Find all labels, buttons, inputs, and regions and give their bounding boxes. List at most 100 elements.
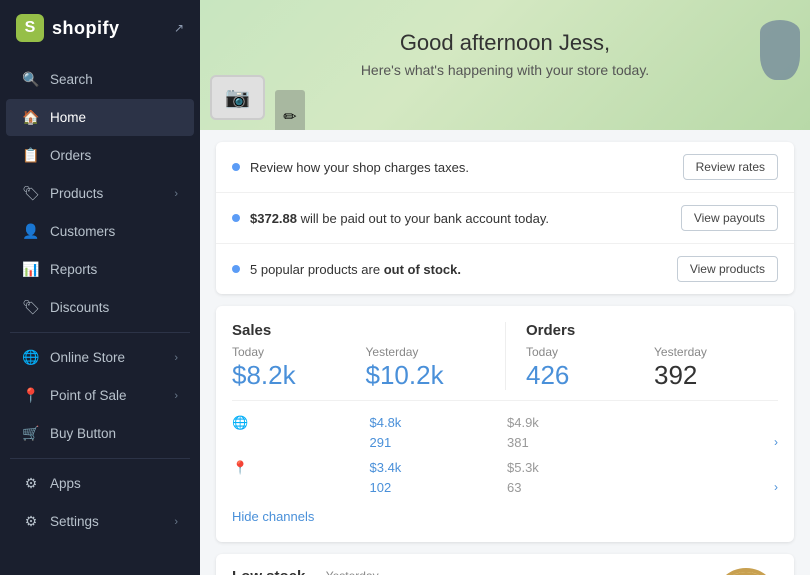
- channel1-orders-today: 291: [370, 435, 504, 450]
- channel-row-1-orders[interactable]: 291 381 ›: [232, 431, 778, 454]
- view-payouts-button[interactable]: View payouts: [681, 205, 778, 231]
- pos-icon: 📍: [22, 387, 40, 404]
- external-link-icon[interactable]: ↗: [174, 21, 184, 35]
- sidebar-item-products[interactable]: 🏷 Products ›: [6, 175, 194, 212]
- separator: ·: [313, 569, 317, 575]
- low-stock-period: Yesterday: [326, 569, 379, 575]
- hero-subtitle: Here's what's happening with your store …: [220, 62, 790, 78]
- channel-row-2-orders[interactable]: 102 63 ›: [232, 476, 778, 499]
- clock-svg: 12 3 6 9: [718, 568, 774, 575]
- vase-decoration: [760, 20, 800, 80]
- sales-today-col: Today $8.2k: [232, 345, 362, 390]
- notification-text: Review how your shop charges taxes.: [250, 160, 673, 175]
- nav-separator: [10, 332, 190, 333]
- shopify-logo-icon: S: [16, 14, 44, 42]
- sidebar-item-label: Customers: [50, 224, 115, 239]
- sidebar-item-label: Reports: [50, 262, 97, 277]
- low-stock-title: Low stock: [232, 568, 305, 575]
- review-rates-button[interactable]: Review rates: [683, 154, 778, 180]
- notification-dot: [232, 163, 240, 171]
- sidebar-item-label: Point of Sale: [50, 388, 127, 403]
- sidebar: S shopify ↗ 🔍 Search 🏠 Home 📋 Orders 🏷 P…: [0, 0, 200, 575]
- notification-dot: [232, 265, 240, 273]
- today-label: Today: [232, 345, 362, 359]
- sidebar-item-apps[interactable]: ⚙ Apps: [6, 465, 194, 502]
- yesterday-label: Yesterday: [654, 345, 778, 359]
- channel2-orders-yesterday: 63: [507, 480, 641, 495]
- reports-icon: 📊: [22, 261, 40, 278]
- orders-icon: 📋: [22, 147, 40, 164]
- hero-decor-right: [760, 20, 800, 80]
- sidebar-item-label: Apps: [50, 476, 81, 491]
- buy-button-icon: 🛒: [22, 425, 40, 442]
- view-products-button[interactable]: View products: [677, 256, 778, 282]
- channel1-chevron[interactable]: ›: [645, 435, 779, 449]
- chevron-right-icon: ›: [174, 516, 178, 528]
- sidebar-item-customers[interactable]: 👤 Customers: [6, 213, 194, 250]
- content-area: Review how your shop charges taxes. Revi…: [200, 130, 810, 575]
- clock-image: 12 3 6 9: [714, 568, 778, 575]
- pencil-cup-decoration: ✏: [275, 90, 305, 130]
- sidebar-item-label: Buy Button: [50, 426, 116, 441]
- yesterday-label: Yesterday: [366, 345, 496, 359]
- shopify-brand-name: shopify: [52, 18, 120, 39]
- sidebar-item-discounts[interactable]: 🏷 Discounts: [6, 289, 194, 326]
- orders-title: Orders: [526, 322, 778, 339]
- camera-decoration: 📷: [210, 75, 265, 120]
- sidebar-item-label: Home: [50, 110, 86, 125]
- sales-yesterday-value: $10.2k: [366, 361, 496, 390]
- hero-greeting: Good afternoon Jess,: [220, 30, 790, 56]
- sales-yesterday-col: Yesterday $10.2k: [366, 345, 496, 390]
- channel1-sales-yesterday: $4.9k: [507, 415, 641, 430]
- orders-cols: Today 426 Yesterday 392: [526, 345, 778, 390]
- hero-decor-left: 📷 ✏: [210, 75, 305, 130]
- sidebar-item-buy-button[interactable]: 🛒 Buy Button: [6, 415, 194, 452]
- sidebar-item-home[interactable]: 🏠 Home: [6, 99, 194, 136]
- today-label: Today: [526, 345, 650, 359]
- settings-icon: ⚙: [22, 513, 40, 530]
- customers-icon: 👤: [22, 223, 40, 240]
- hide-channels-link[interactable]: Hide channels: [232, 509, 314, 524]
- sidebar-item-reports[interactable]: 📊 Reports: [6, 251, 194, 288]
- nav-separator-2: [10, 458, 190, 459]
- apps-icon: ⚙: [22, 475, 40, 492]
- channel2-chevron[interactable]: ›: [645, 480, 779, 494]
- sidebar-item-online-store[interactable]: 🌐 Online Store ›: [6, 339, 194, 376]
- notification-taxes: Review how your shop charges taxes. Revi…: [216, 142, 794, 193]
- orders-section: Orders Today 426 Yesterday 392: [505, 322, 778, 390]
- chevron-right-icon: ›: [174, 352, 178, 364]
- sidebar-item-settings[interactable]: ⚙ Settings ›: [6, 503, 194, 540]
- low-stock-header: Low stock · Yesterday: [232, 568, 714, 575]
- sidebar-item-label: Settings: [50, 514, 99, 529]
- sidebar-item-label: Orders: [50, 148, 91, 163]
- notification-stock: 5 popular products are out of stock. Vie…: [216, 244, 794, 294]
- orders-today-col: Today 426: [526, 345, 650, 390]
- online-store-channel-icon: 🌐: [232, 415, 366, 431]
- sales-section: Sales Today $8.2k Yesterday $10.2k: [232, 322, 505, 390]
- chevron-right-icon: ›: [174, 390, 178, 402]
- notification-text: 5 popular products are out of stock.: [250, 262, 667, 277]
- sidebar-item-label: Discounts: [50, 300, 109, 315]
- channel2-orders-today: 102: [370, 480, 504, 495]
- low-stock-content: Low stock · Yesterday 19 people viewed t…: [232, 568, 714, 575]
- orders-yesterday-value: 392: [654, 361, 778, 390]
- sidebar-logo[interactable]: S shopify ↗: [0, 0, 200, 56]
- channel2-sales-today: $3.4k: [370, 460, 504, 475]
- home-icon: 🏠: [22, 109, 40, 126]
- search-icon: 🔍: [22, 71, 40, 88]
- sidebar-item-orders[interactable]: 📋 Orders: [6, 137, 194, 174]
- channel1-orders-yesterday: 381: [507, 435, 641, 450]
- sidebar-item-label: Products: [50, 186, 103, 201]
- pos-channel-icon: 📍: [232, 460, 366, 476]
- sidebar-item-label: Search: [50, 72, 93, 87]
- orders-yesterday-col: Yesterday 392: [654, 345, 778, 390]
- sidebar-item-point-of-sale[interactable]: 📍 Point of Sale ›: [6, 377, 194, 414]
- sidebar-item-label: Online Store: [50, 350, 125, 365]
- chevron-right-icon: ›: [174, 188, 178, 200]
- stats-grid: Sales Today $8.2k Yesterday $10.2k: [232, 322, 778, 390]
- notification-text: $372.88 will be paid out to your bank ac…: [250, 211, 671, 226]
- sidebar-item-search[interactable]: 🔍 Search: [6, 61, 194, 98]
- discounts-icon: 🏷: [22, 299, 40, 316]
- channel2-sales-yesterday: $5.3k: [507, 460, 641, 475]
- stats-divider: [232, 400, 778, 401]
